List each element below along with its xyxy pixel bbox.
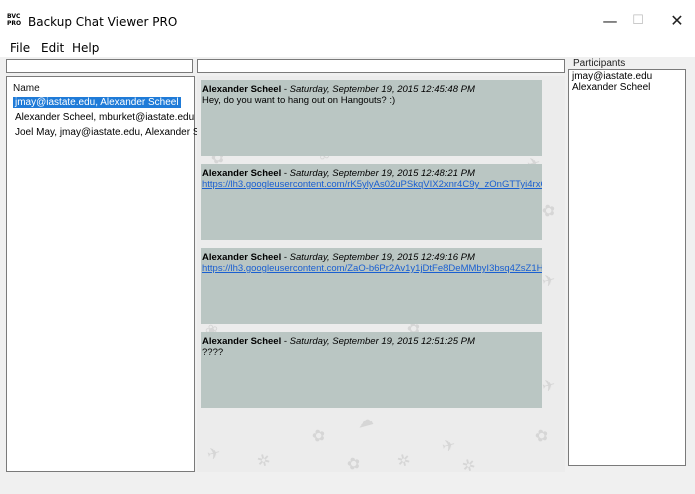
app-logo-icon: BVC PRO — [7, 13, 22, 27]
message-search-input[interactable] — [197, 59, 565, 73]
message-timestamp: Saturday, September 19, 2015 12:48:21 PM — [289, 168, 475, 179]
title-bar: BVC PRO Backup Chat Viewer PRO — ☐ ✕ — [0, 0, 695, 38]
doodle-icon: ✲ — [394, 449, 413, 472]
doodle-icon: ✲ — [254, 449, 273, 472]
message-text: Hey, do you want to hang out on Hangouts… — [202, 95, 396, 106]
message-author: Alexander Scheel — [202, 168, 282, 179]
message-separator: - — [281, 84, 290, 95]
message-separator: - — [281, 252, 290, 263]
doodle-icon: ✈ — [539, 374, 558, 397]
doodle-icon: ✿ — [344, 452, 363, 472]
conversation-search-input[interactable] — [6, 59, 193, 73]
doodle-icon: ✈ — [439, 434, 458, 457]
conversation-item[interactable]: Alexander Scheel, mburket@iastate.edu — [13, 112, 196, 123]
message-timestamp: Saturday, September 19, 2015 12:45:48 PM — [289, 84, 475, 95]
message-card: Alexander Scheel - Saturday, September 1… — [201, 332, 542, 408]
image-link[interactable]: https://lh3.googleusercontent.com/rK5yly… — [202, 179, 542, 190]
message-separator: - — [281, 168, 290, 179]
participants-list[interactable]: jmay@iastate.edu Alexander Scheel — [568, 69, 686, 466]
message-timestamp: Saturday, September 19, 2015 12:49:16 PM — [289, 252, 475, 263]
doodle-icon: ✿ — [532, 424, 551, 447]
participant-item[interactable]: Alexander Scheel — [572, 82, 650, 93]
message-card: Alexander Scheel - Saturday, September 1… — [201, 164, 542, 240]
message-card: Alexander Scheel - Saturday, September 1… — [201, 80, 542, 156]
menu-edit[interactable]: Edit — [41, 41, 64, 55]
participant-item[interactable]: jmay@iastate.edu — [572, 71, 652, 82]
menu-file[interactable]: File — [10, 41, 30, 55]
message-author: Alexander Scheel — [202, 84, 282, 95]
participants-label: Participants — [573, 58, 626, 69]
conversation-item[interactable]: Joel May, jmay@iastate.edu, Alexander Sc… — [13, 127, 215, 138]
doodle-icon: ✿ — [539, 199, 558, 222]
chat-transcript[interactable]: ✿ ❀ ✈ ✿ ✈ ❀ ✿ ✈ ✈ ✲ ✿ ☁ ✿ ✲ ✈ ✲ ✿ Alexan… — [197, 76, 565, 472]
name-column-header[interactable]: Name — [13, 83, 40, 94]
message-link[interactable]: https://lh3.googleusercontent.com/rK5yly… — [201, 179, 542, 190]
menu-bar: File Edit Help — [0, 38, 695, 57]
window-title: Backup Chat Viewer PRO — [28, 15, 178, 29]
message-separator: - — [281, 336, 290, 347]
doodle-icon: ✈ — [539, 269, 558, 292]
maximize-button[interactable]: ☐ — [622, 9, 654, 33]
close-button[interactable]: ✕ — [661, 9, 693, 33]
doodle-icon: ✲ — [459, 454, 478, 472]
image-link[interactable]: https://lh3.googleusercontent.com/ZaO-b6… — [202, 263, 542, 274]
message-card: Alexander Scheel - Saturday, September 1… — [201, 248, 542, 324]
conversation-list[interactable]: Name jmay@iastate.edu, Alexander Scheel … — [6, 76, 213, 472]
doodle-icon: ☁ — [354, 409, 376, 432]
doodle-icon: ✈ — [204, 442, 223, 465]
message-timestamp: Saturday, September 19, 2015 12:51:25 PM — [289, 336, 475, 347]
conversation-item[interactable]: jmay@iastate.edu, Alexander Scheel — [13, 97, 181, 108]
message-author: Alexander Scheel — [202, 252, 282, 263]
message-author: Alexander Scheel — [202, 336, 282, 347]
message-text: ???? — [202, 347, 224, 358]
doodle-icon: ✿ — [309, 424, 328, 447]
menu-help[interactable]: Help — [72, 41, 99, 55]
message-link[interactable]: https://lh3.googleusercontent.com/ZaO-b6… — [201, 263, 542, 274]
